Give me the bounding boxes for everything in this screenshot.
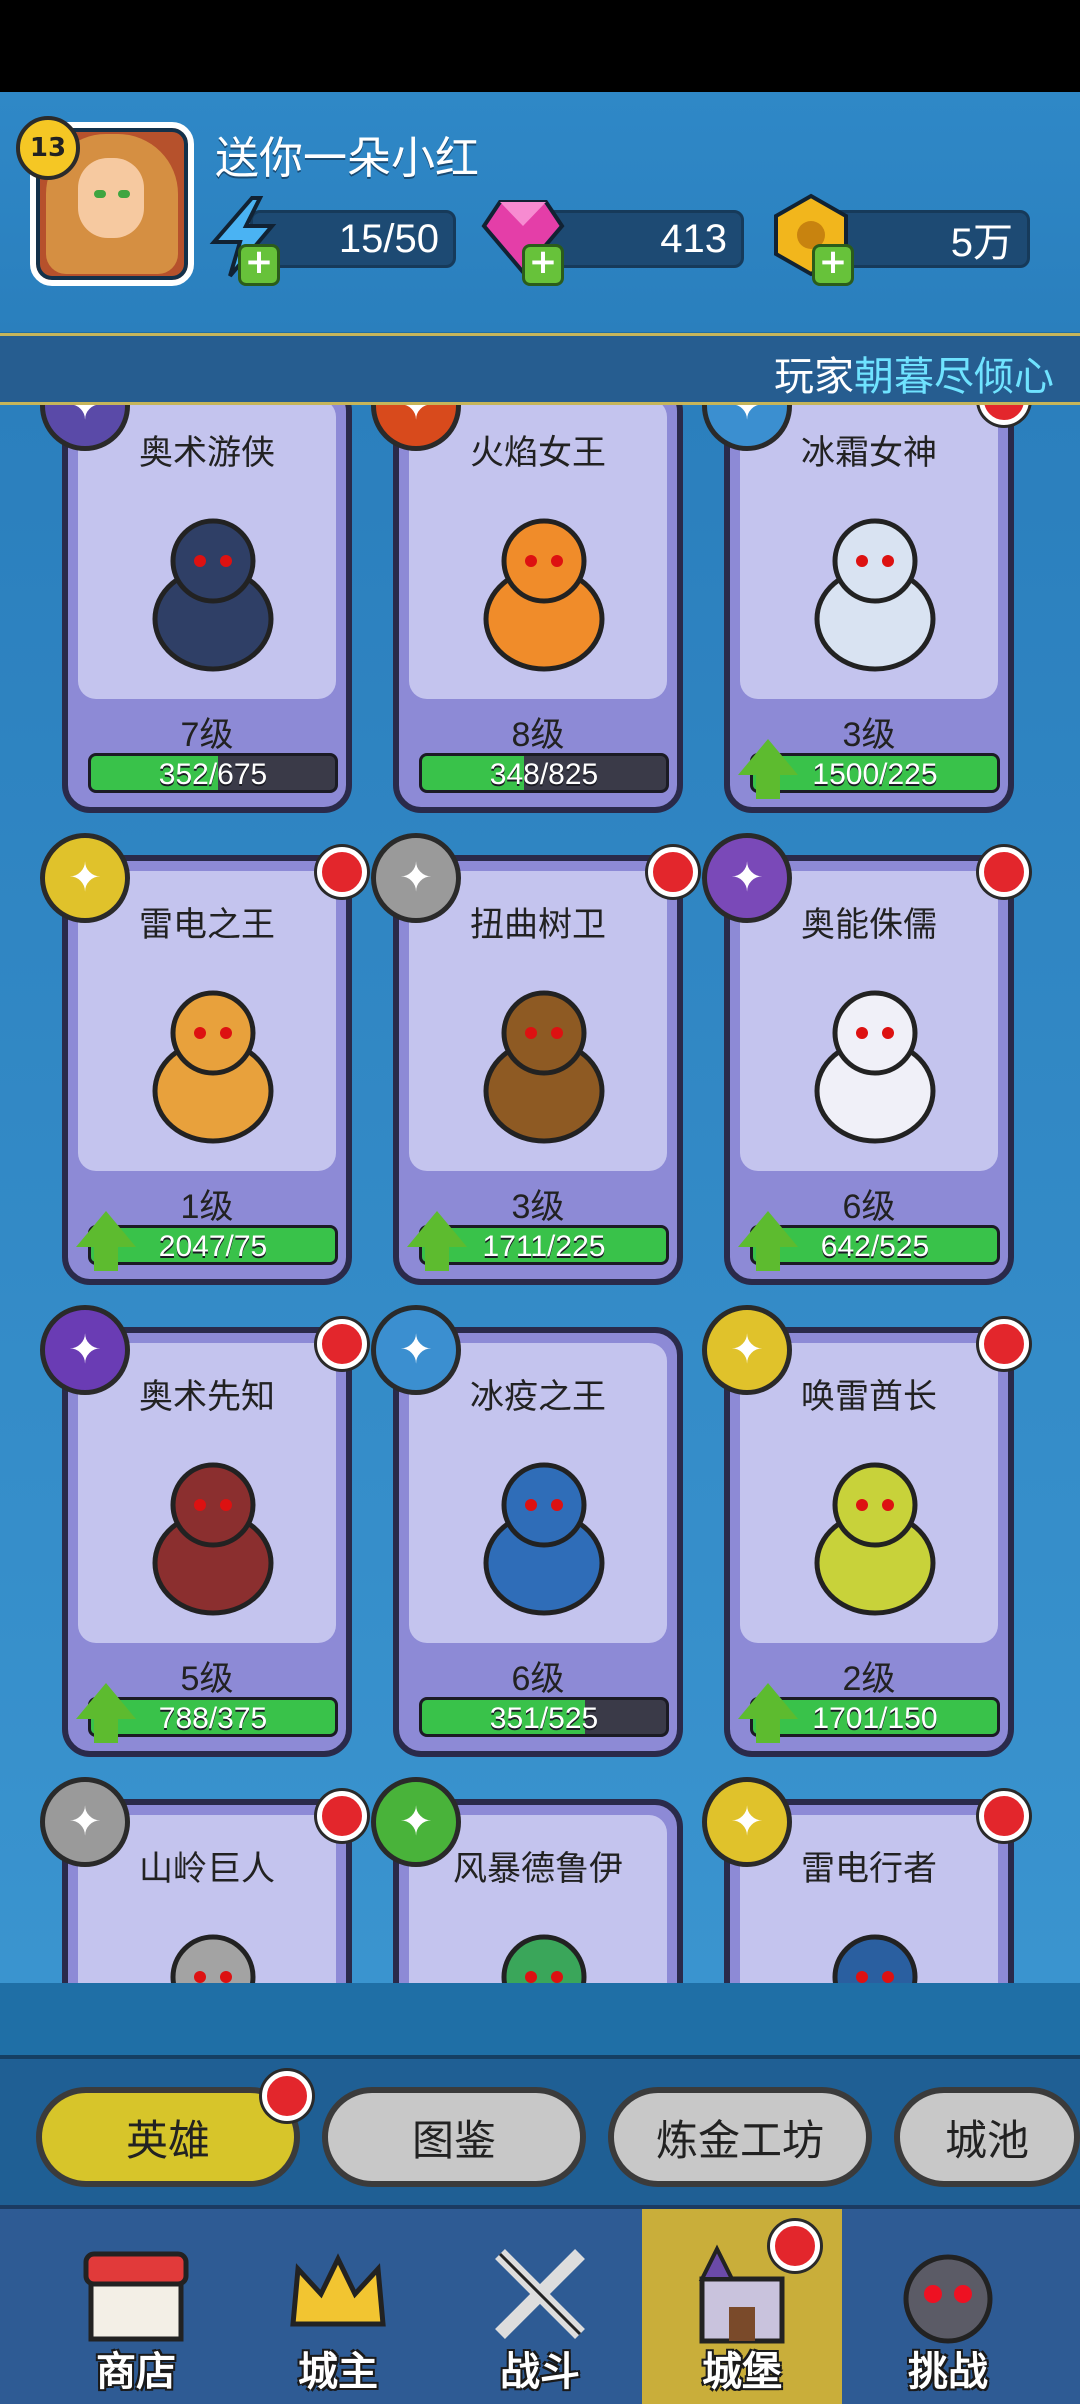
hero-card[interactable]: 唤雷酋长 2级 1701/150 bbox=[724, 1327, 1014, 1757]
hero-card[interactable]: 奥能侏儒 6级 642/525 bbox=[724, 855, 1014, 1285]
ticker-player-name: 朝暮尽倾心 bbox=[854, 355, 1054, 399]
rock-icon: ✦ bbox=[40, 1777, 130, 1867]
hero-shard-count: 348/825 bbox=[489, 758, 599, 791]
add-energy-button[interactable]: + bbox=[238, 244, 280, 286]
notification-dot bbox=[317, 1319, 367, 1369]
notification-dot bbox=[317, 847, 367, 897]
shop-icon bbox=[83, 2251, 189, 2342]
notification-dot bbox=[770, 2221, 820, 2271]
hero-portrait bbox=[483, 1462, 605, 1616]
add-gold-button[interactable]: + bbox=[812, 244, 854, 286]
hero-portrait bbox=[814, 518, 936, 672]
crown-icon bbox=[290, 2253, 386, 2327]
nav-item-3[interactable]: 城堡 bbox=[642, 2209, 842, 2404]
hero-portrait bbox=[832, 1934, 918, 1983]
nav-label: 战斗 bbox=[500, 2350, 580, 2394]
announcement-ticker: 玩家朝暮尽倾心 bbox=[0, 333, 1080, 405]
hero-shard-count: 351/525 bbox=[489, 1702, 599, 1735]
hero-shard-count: 352/675 bbox=[158, 758, 268, 791]
shield-icon: ✦ bbox=[371, 833, 461, 923]
player-name: 送你一朵小红 bbox=[215, 134, 479, 183]
hero-card[interactable]: 雷电之王 1级 2047/75 bbox=[62, 855, 352, 1285]
hero-card[interactable]: 冰霜女神 3级 1500/225 bbox=[724, 405, 1014, 813]
notification-dot bbox=[262, 2071, 312, 2121]
hero-level: 8级 bbox=[511, 716, 565, 754]
add-gem-button[interactable]: + bbox=[522, 244, 564, 286]
hero-portrait bbox=[152, 518, 274, 672]
upgrade-arrow-icon bbox=[76, 1211, 136, 1271]
hero-card[interactable]: 冰疫之王 6级 351/525 bbox=[393, 1327, 683, 1757]
nav-item-2[interactable]: 战斗 bbox=[440, 2209, 640, 2404]
arcane-icon: ✦ bbox=[702, 833, 792, 923]
bow-icon: ✦ bbox=[40, 1305, 130, 1395]
hero-shard-progress: 351/525 bbox=[419, 1697, 669, 1737]
swords-icon bbox=[495, 2249, 585, 2339]
tab-0[interactable]: 英雄 bbox=[36, 2087, 300, 2187]
notification-dot bbox=[979, 1319, 1029, 1369]
nav-label: 挑战 bbox=[908, 2350, 988, 2394]
hero-portrait bbox=[501, 1934, 587, 1983]
nav-label: 商店 bbox=[96, 2350, 176, 2394]
nav-label: 城堡 bbox=[702, 2350, 782, 2394]
tornado-icon: ✦ bbox=[371, 1777, 461, 1867]
tab-3[interactable]: 城池 bbox=[894, 2087, 1080, 2187]
notification-dot bbox=[979, 847, 1029, 897]
hero-shard-progress: 348/825 bbox=[419, 753, 669, 793]
hero-card[interactable]: 火焰女王 8级 348/825 bbox=[393, 405, 683, 813]
upgrade-arrow-icon bbox=[738, 1211, 798, 1271]
status-bar bbox=[0, 0, 1080, 92]
notification-dot bbox=[317, 1791, 367, 1841]
ticker-prefix: 玩家 bbox=[774, 355, 854, 399]
hero-portrait bbox=[814, 990, 936, 1144]
hero-portrait bbox=[483, 518, 605, 672]
hero-grid: 奥术游侠 7级 352/675 ✦ 火焰女王 8级 348/825 ✦ 冰霜女神 3级 1500/2… bbox=[0, 405, 1080, 1983]
hero-level: 6级 bbox=[511, 1660, 565, 1698]
bottom-navigation: 商店 城主 战斗 城堡 挑战 bbox=[0, 2205, 1080, 2404]
tab-2[interactable]: 炼金工坊 bbox=[608, 2087, 872, 2187]
player-level-badge: 13 bbox=[16, 116, 80, 180]
hero-portrait bbox=[483, 990, 605, 1144]
lightning-icon: ✦ bbox=[702, 1777, 792, 1867]
hero-level: 7级 bbox=[180, 716, 234, 754]
nav-label: 城主 bbox=[298, 2350, 378, 2394]
section-tabs: 英雄 图鉴 炼金工坊 城池 bbox=[0, 2055, 1080, 2209]
upgrade-arrow-icon bbox=[407, 1211, 467, 1271]
nav-item-4[interactable]: 挑战 bbox=[848, 2209, 1048, 2404]
hero-portrait bbox=[152, 990, 274, 1144]
hero-card[interactable]: 奥术游侠 7级 352/675 bbox=[62, 405, 352, 813]
notification-dot bbox=[648, 847, 698, 897]
upgrade-arrow-icon bbox=[76, 1683, 136, 1743]
player-header: 13 送你一朵小红 15/50 + 413 + 5万 + bbox=[0, 92, 1080, 332]
nav-item-0[interactable]: 商店 bbox=[36, 2209, 236, 2404]
nav-item-1[interactable]: 城主 bbox=[238, 2209, 438, 2404]
demon-icon bbox=[903, 2254, 993, 2344]
hero-portrait bbox=[170, 1934, 256, 1983]
hero-portrait bbox=[814, 1462, 936, 1616]
tab-1[interactable]: 图鉴 bbox=[322, 2087, 586, 2187]
hero-shard-progress: 352/675 bbox=[88, 753, 338, 793]
crystal-icon: ✦ bbox=[371, 1305, 461, 1395]
lightning-icon: ✦ bbox=[40, 833, 130, 923]
hero-card[interactable]: 扭曲树卫 3级 1711/225 bbox=[393, 855, 683, 1285]
upgrade-arrow-icon bbox=[738, 1683, 798, 1743]
lightning-icon: ✦ bbox=[702, 1305, 792, 1395]
hero-card[interactable]: 奥术先知 5级 788/375 bbox=[62, 1327, 352, 1757]
notification-dot bbox=[979, 1791, 1029, 1841]
upgrade-arrow-icon bbox=[738, 739, 798, 799]
hero-portrait bbox=[152, 1462, 274, 1616]
